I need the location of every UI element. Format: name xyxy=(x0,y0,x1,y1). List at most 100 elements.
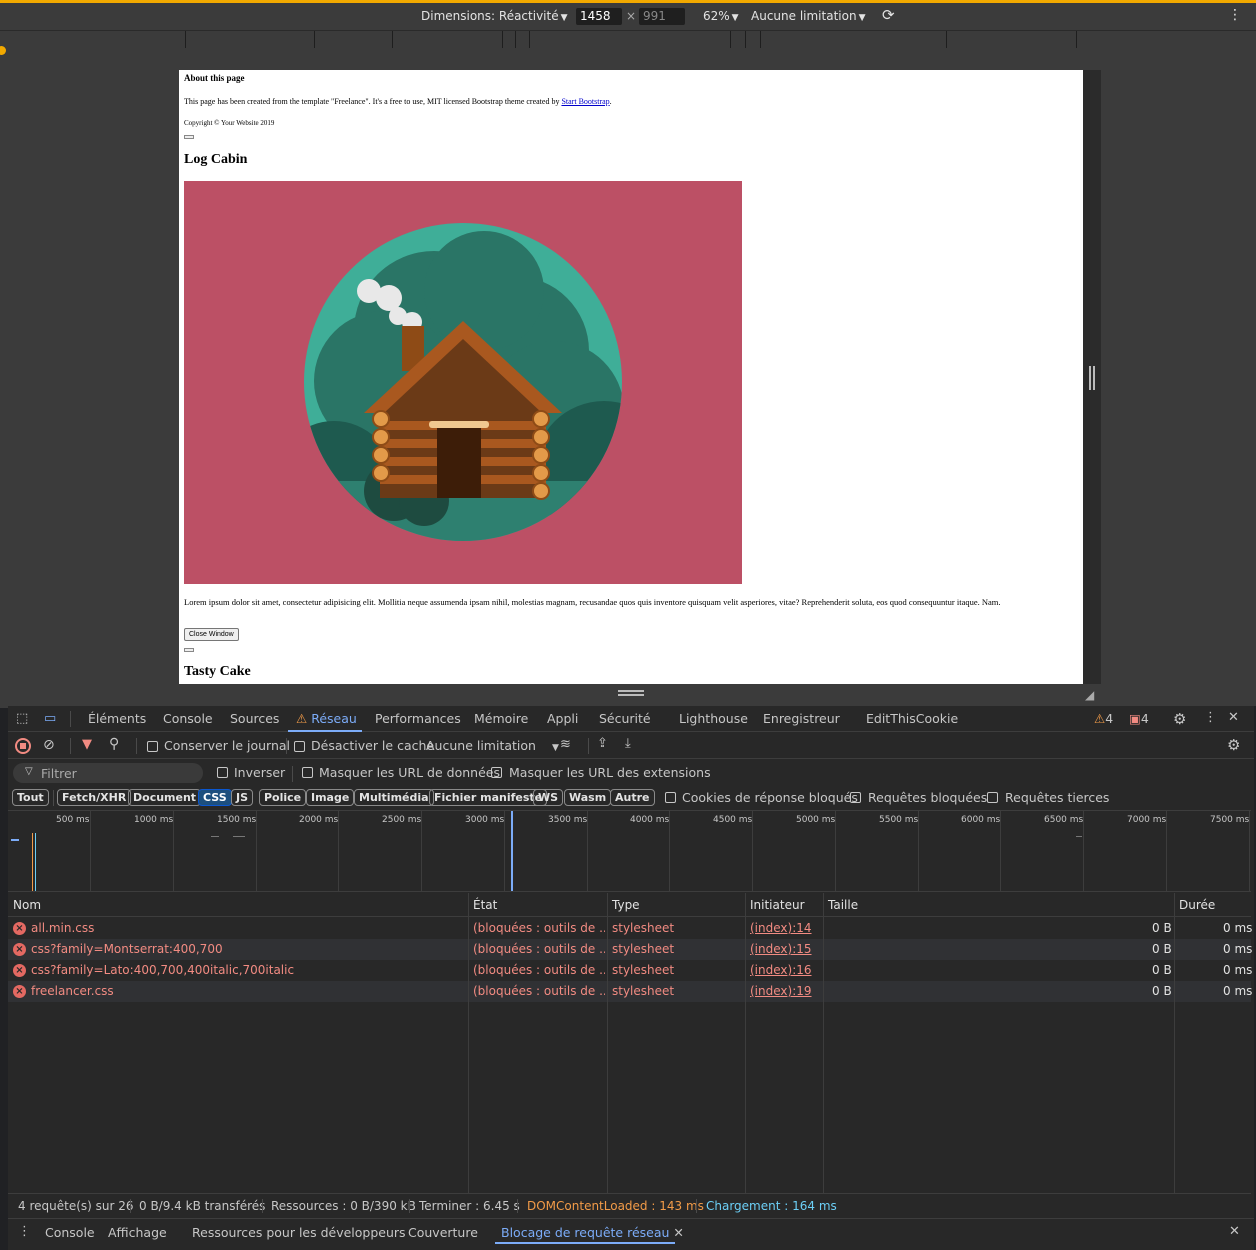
request-initiator[interactable]: (index):19 xyxy=(750,984,812,998)
modal-close-button-2[interactable] xyxy=(184,648,194,652)
resize-handle-right[interactable] xyxy=(1089,366,1095,390)
table-row[interactable]: × css?family=Lato:400,700,400italic,700i… xyxy=(8,960,1252,981)
clear-icon[interactable]: ⊘ xyxy=(43,737,55,753)
tab-elements[interactable]: Éléments xyxy=(88,711,146,726)
device-toolbar-icon[interactable]: ▭ xyxy=(44,711,56,726)
tab-network[interactable]: ⚠ Réseau xyxy=(296,711,357,726)
column-divider[interactable] xyxy=(1174,893,1175,1193)
height-input[interactable]: 991 xyxy=(639,8,685,25)
column-divider[interactable] xyxy=(468,893,469,1193)
search-icon[interactable]: ⚲ xyxy=(109,736,119,752)
chip-image[interactable]: Image xyxy=(306,789,355,806)
chip-other[interactable]: Autre xyxy=(610,789,655,806)
request-bar xyxy=(11,839,19,841)
chip-js[interactable]: JS xyxy=(231,789,254,806)
drawer-tab-network-request-blocking[interactable]: Blocage de requête réseau ✕ xyxy=(501,1225,684,1240)
hide-extension-urls-checkbox[interactable] xyxy=(491,767,502,778)
column-divider[interactable] xyxy=(745,893,746,1193)
close-drawer-icon[interactable]: ✕ xyxy=(1229,1224,1240,1239)
chip-all[interactable]: Tout xyxy=(12,789,49,806)
request-initiator[interactable]: (index):14 xyxy=(750,921,812,935)
timeline-label: 2500 ms xyxy=(382,815,422,825)
chip-fetch-xhr[interactable]: Fetch/XHR xyxy=(57,789,132,806)
column-size[interactable]: Taille xyxy=(828,898,858,912)
network-settings-gear-icon[interactable]: ⚙ xyxy=(1227,736,1240,754)
import-har-icon[interactable]: ⇪ xyxy=(597,736,608,751)
modal-close-button[interactable] xyxy=(184,135,194,139)
issues-badge[interactable]: ▣4 xyxy=(1129,711,1149,726)
throttle-dropdown[interactable]: Aucune limitation ▼ xyxy=(751,9,865,23)
column-type[interactable]: Type xyxy=(612,898,640,912)
tab-sources[interactable]: Sources xyxy=(230,711,279,726)
width-input[interactable]: 1458 xyxy=(576,8,622,25)
blocked-cookies-checkbox[interactable] xyxy=(665,792,676,803)
drawer-tab-console[interactable]: Console xyxy=(45,1225,95,1240)
tab-console[interactable]: Console xyxy=(163,711,213,726)
disable-cache-checkbox[interactable] xyxy=(294,741,305,752)
ruler-tick xyxy=(529,31,530,49)
inspect-element-icon[interactable]: ⬚ xyxy=(16,711,28,726)
column-time[interactable]: Durée xyxy=(1179,898,1215,912)
chip-font[interactable]: Police xyxy=(259,789,307,806)
preserve-log-checkbox[interactable] xyxy=(147,741,158,752)
request-initiator[interactable]: (index):16 xyxy=(750,963,812,977)
start-bootstrap-link[interactable]: Start Bootstrap xyxy=(561,97,609,106)
warnings-badge[interactable]: ⚠4 xyxy=(1094,711,1113,726)
tab-recorder[interactable]: Enregistreur xyxy=(763,711,840,726)
tab-lighthouse[interactable]: Lighthouse xyxy=(679,711,748,726)
network-conditions-icon[interactable]: ≋ xyxy=(560,737,571,752)
filter-input[interactable]: ▽ Filtrer xyxy=(13,763,203,783)
tab-memory[interactable]: Mémoire xyxy=(474,711,528,726)
network-overview-timeline[interactable]: 500 ms 1000 ms 1500 ms 2000 ms 2500 ms 3… xyxy=(8,810,1251,892)
chip-document[interactable]: Document xyxy=(128,789,202,806)
table-row[interactable]: × all.min.css (bloquées : outils de ... … xyxy=(8,918,1252,939)
zoom-dropdown[interactable]: 62% ▼ xyxy=(703,9,739,23)
export-har-icon[interactable]: ⤓ xyxy=(625,736,631,751)
close-tab-icon[interactable]: ✕ xyxy=(673,1225,683,1240)
blocked-requests-checkbox[interactable] xyxy=(850,792,861,803)
drawer-menu-icon[interactable]: ⋮ xyxy=(18,1224,31,1239)
about-heading: About this page xyxy=(184,73,245,83)
chip-ws[interactable]: WS xyxy=(533,789,564,806)
filter-funnel-icon[interactable]: ▼ xyxy=(82,737,92,752)
requests-table-header: Nom État Type Initiateur Taille Durée xyxy=(8,893,1251,917)
tab-application[interactable]: Appli xyxy=(547,711,578,726)
hide-data-urls-checkbox[interactable] xyxy=(302,767,313,778)
third-party-checkbox[interactable] xyxy=(987,792,998,803)
column-divider[interactable] xyxy=(607,893,608,1193)
request-name: freelancer.css xyxy=(31,984,114,998)
more-options-icon[interactable]: ⋮ xyxy=(1228,7,1242,23)
resize-handle-bottom[interactable] xyxy=(618,690,644,696)
resize-corner-icon[interactable]: ◢ xyxy=(1085,688,1094,702)
tab-editthiscookie[interactable]: EditThisCookie xyxy=(866,711,958,726)
drawer-tab-rendering[interactable]: Affichage xyxy=(108,1225,167,1240)
tab-security[interactable]: Sécurité xyxy=(599,711,651,726)
network-status-bar: 4 requête(s) sur 26 0 B/9.4 kB transféré… xyxy=(8,1193,1251,1217)
invert-checkbox[interactable] xyxy=(217,767,228,778)
about-text-end: . xyxy=(609,97,612,106)
request-initiator[interactable]: (index):15 xyxy=(750,942,812,956)
table-row[interactable]: × freelancer.css (bloquées : outils de .… xyxy=(8,981,1252,1002)
throttle-select[interactable]: Aucune limitation ▼ xyxy=(426,738,559,753)
chip-manifest[interactable]: Fichier manifeste xyxy=(429,789,548,806)
column-name[interactable]: Nom xyxy=(13,898,41,912)
stop-recording-icon[interactable] xyxy=(15,738,31,754)
chip-css[interactable]: CSS xyxy=(198,789,232,806)
table-row[interactable]: × css?family=Montserrat:400,700 (bloquée… xyxy=(8,939,1252,960)
rotate-icon[interactable]: ⟳ xyxy=(882,6,895,24)
drawer-tab-developer-resources[interactable]: Ressources pour les développeurs xyxy=(192,1225,406,1240)
close-window-button[interactable]: Close Window xyxy=(184,628,239,641)
column-initiator[interactable]: Initiateur xyxy=(750,898,805,912)
close-devtools-icon[interactable]: ✕ xyxy=(1228,710,1239,725)
dimensions-dropdown[interactable]: Dimensions: Réactivité ▼ xyxy=(421,9,568,23)
drawer-tab-coverage[interactable]: Couverture xyxy=(408,1225,478,1240)
third-party-label: Requêtes tierces xyxy=(1005,790,1110,805)
column-divider[interactable] xyxy=(823,893,824,1193)
column-status[interactable]: État xyxy=(473,898,497,912)
more-options-icon[interactable]: ⋮ xyxy=(1204,710,1217,725)
chip-media[interactable]: Multimédia xyxy=(354,789,434,806)
settings-gear-icon[interactable]: ⚙ xyxy=(1173,710,1186,728)
tab-performance[interactable]: Performances xyxy=(375,711,461,726)
timeline-label: 4500 ms xyxy=(713,815,753,825)
chip-wasm[interactable]: Wasm xyxy=(564,789,612,806)
